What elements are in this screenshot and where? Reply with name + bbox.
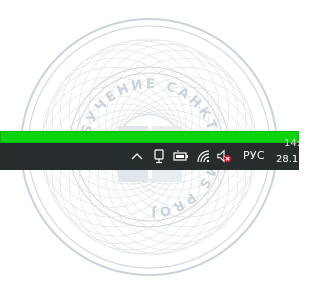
battery-icon[interactable] xyxy=(173,147,189,165)
taskbar: РУС 14: 28.12 xyxy=(0,138,305,170)
green-accent-bar xyxy=(0,131,299,143)
wifi-icon[interactable] xyxy=(196,147,212,165)
clock-date: 28.12 xyxy=(276,154,305,165)
clock[interactable]: 14: 28.12 xyxy=(274,138,314,170)
language-indicator[interactable]: РУС xyxy=(243,149,265,162)
chevron-up-icon[interactable] xyxy=(129,147,145,165)
volume-muted-icon[interactable] xyxy=(216,147,232,165)
clock-time: 14: xyxy=(284,138,301,149)
network-device-icon[interactable] xyxy=(151,147,167,165)
